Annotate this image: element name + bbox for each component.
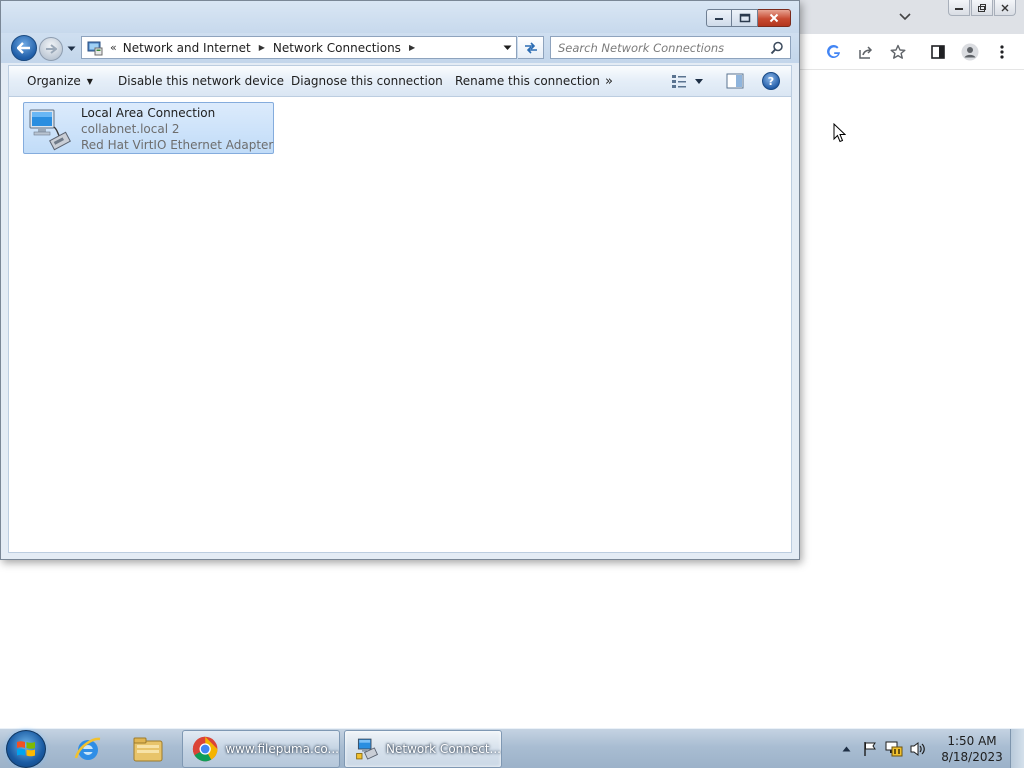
search-icon[interactable] — [770, 41, 784, 55]
notification-area: 1:50 AM 8/18/2023 — [836, 729, 1024, 768]
taskbar-chrome-label: www.filepuma.co... — [225, 742, 339, 756]
tab-search-chevron-icon[interactable] — [895, 8, 915, 26]
network-adapter-icon — [29, 109, 71, 151]
chrome-caption-buttons — [948, 0, 1016, 16]
chrome-menu-icon[interactable] — [992, 42, 1012, 62]
bookmark-star-icon[interactable] — [888, 42, 908, 62]
title-bar[interactable] — [1, 1, 799, 35]
maximize-button[interactable] — [732, 9, 758, 27]
organize-label: Organize — [27, 74, 81, 88]
chrome-icon — [192, 736, 218, 762]
connection-network: collabnet.local 2 — [81, 122, 180, 136]
folder-icon — [133, 737, 163, 762]
close-icon — [769, 13, 779, 23]
profile-avatar-icon[interactable] — [960, 42, 980, 62]
file-list-pane[interactable]: Local Area Connection collabnet.local 2 … — [8, 97, 792, 553]
recent-pages-chevron-icon[interactable] — [65, 43, 77, 55]
forward-button[interactable] — [39, 37, 63, 61]
connection-item-local-area[interactable]: Local Area Connection collabnet.local 2 … — [23, 102, 274, 154]
taskbar-network-connections-label: Network Connect... — [386, 742, 501, 756]
start-button[interactable] — [6, 730, 46, 768]
preview-pane-icon[interactable] — [726, 73, 744, 89]
minimize-icon — [715, 18, 723, 20]
taskbar: www.filepuma.co... Network Connect... 1:… — [0, 728, 1024, 768]
mouse-cursor-icon — [833, 123, 846, 143]
system-clock[interactable]: 1:50 AM 8/18/2023 — [940, 733, 1004, 765]
action-center-flag-icon[interactable] — [860, 739, 880, 759]
back-button[interactable] — [11, 35, 37, 61]
change-view-button[interactable] — [671, 72, 703, 90]
breadcrumb-arrow-icon[interactable]: ▶ — [259, 43, 265, 52]
chrome-minimize-icon[interactable] — [948, 0, 970, 16]
search-box[interactable] — [550, 36, 791, 59]
side-panel-icon[interactable] — [928, 42, 948, 62]
volume-icon[interactable] — [908, 739, 928, 759]
command-bar: Organize ▼ Disable this network device D… — [8, 65, 792, 97]
diagnose-connection-label: Diagnose this connection — [291, 74, 443, 88]
windows-explorer-pin[interactable] — [122, 730, 174, 768]
refresh-icon — [524, 41, 537, 54]
help-button[interactable]: ? — [762, 72, 780, 90]
clock-time: 1:50 AM — [947, 734, 997, 748]
breadcrumb-arrow-icon[interactable]: ▶ — [409, 43, 415, 52]
disable-device-label: Disable this network device — [118, 74, 285, 88]
chevron-down-icon — [695, 78, 703, 84]
refresh-button[interactable] — [518, 36, 544, 59]
chrome-close-icon[interactable] — [994, 0, 1016, 16]
windows-logo-icon — [17, 741, 35, 757]
internet-explorer-pin[interactable] — [62, 730, 114, 768]
address-history-dropdown-icon[interactable] — [500, 41, 514, 55]
internet-explorer-icon — [74, 737, 101, 760]
more-commands-button[interactable]: » — [605, 66, 613, 96]
show-hidden-icons-icon[interactable] — [836, 739, 856, 759]
breadcrumb-overflow[interactable]: « — [110, 41, 117, 54]
maximize-icon — [739, 13, 750, 23]
breadcrumb-network-connections[interactable]: Network Connections — [273, 41, 401, 55]
show-desktop-button[interactable] — [1010, 729, 1024, 768]
share-icon[interactable] — [856, 42, 876, 62]
control-panel-icon — [86, 40, 104, 56]
view-options-icon — [672, 75, 686, 88]
breadcrumb-network-and-internet[interactable]: Network and Internet — [123, 41, 251, 55]
rename-connection-button[interactable]: Rename this connection — [455, 66, 600, 96]
chrome-restore-icon[interactable] — [971, 0, 993, 16]
more-commands-label: » — [605, 73, 613, 89]
network-connections-window: « Network and Internet ▶ Network Connect… — [0, 0, 800, 560]
back-arrow-icon — [17, 42, 30, 54]
navigation-bar: « Network and Internet ▶ Network Connect… — [1, 33, 799, 63]
connection-device: Red Hat VirtIO Ethernet Adapter — [81, 138, 274, 152]
close-button[interactable] — [758, 9, 791, 27]
network-status-icon[interactable] — [884, 739, 904, 759]
disable-device-button[interactable]: Disable this network device — [118, 66, 284, 96]
forward-arrow-icon — [46, 44, 57, 54]
help-icon: ? — [767, 74, 775, 88]
network-connections-icon — [356, 738, 379, 760]
rename-connection-label: Rename this connection — [455, 74, 600, 88]
taskbar-chrome-button[interactable]: www.filepuma.co... — [182, 730, 340, 768]
taskbar-network-connections-button[interactable]: Network Connect... — [344, 730, 502, 768]
chevron-down-icon: ▼ — [86, 76, 93, 86]
clock-date: 8/18/2023 — [941, 750, 1003, 764]
search-input[interactable] — [551, 37, 761, 58]
connection-name: Local Area Connection — [81, 106, 216, 120]
google-lens-icon[interactable] — [824, 42, 844, 62]
minimize-button[interactable] — [706, 9, 732, 27]
organize-button[interactable]: Organize ▼ — [27, 66, 93, 96]
caption-buttons — [706, 9, 791, 27]
address-bar[interactable]: « Network and Internet ▶ Network Connect… — [81, 36, 517, 59]
diagnose-connection-button[interactable]: Diagnose this connection — [291, 66, 443, 96]
